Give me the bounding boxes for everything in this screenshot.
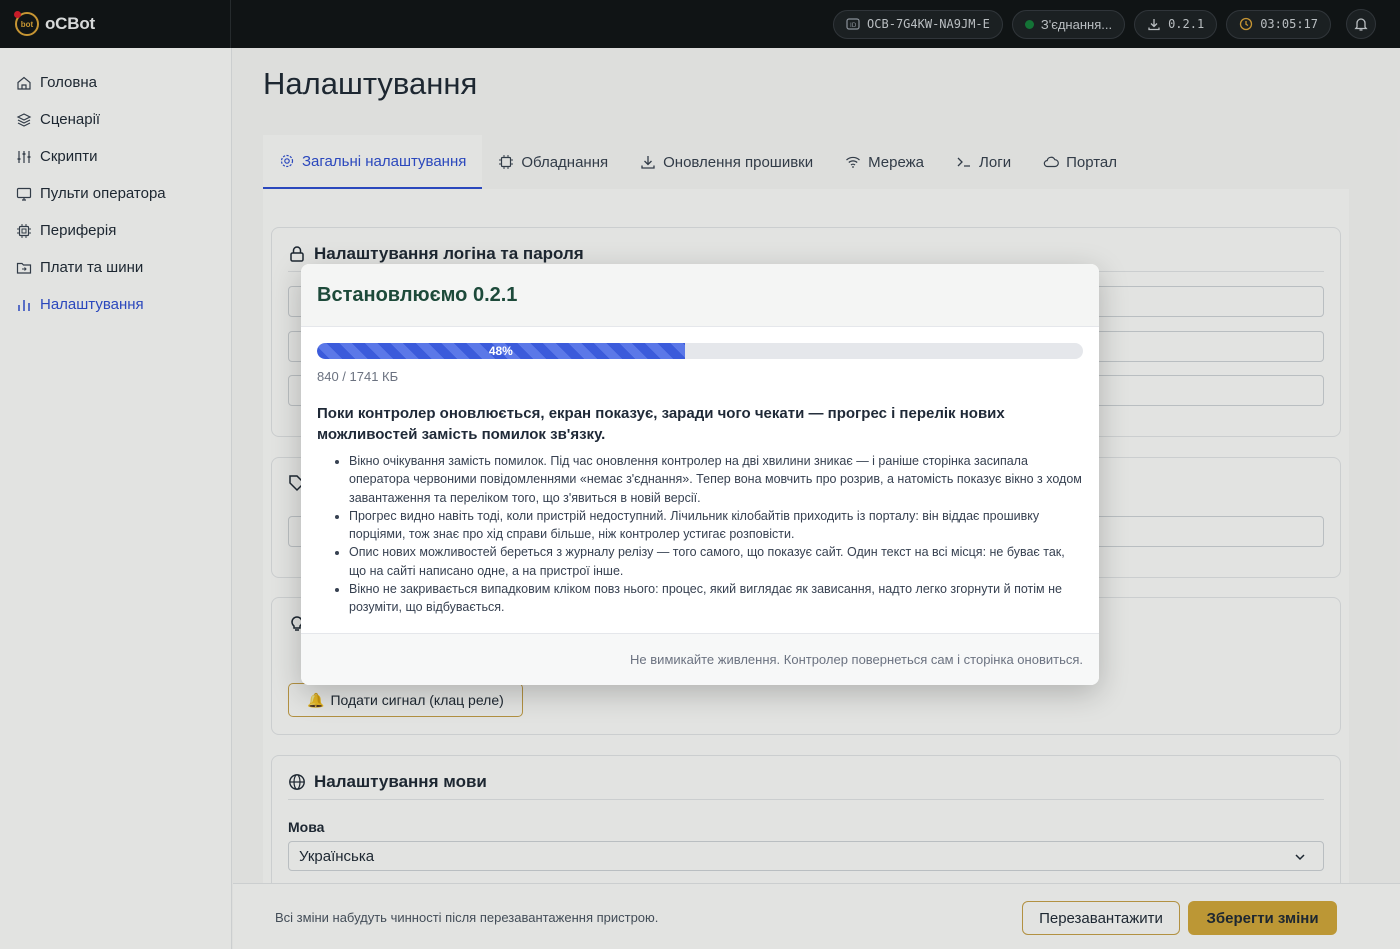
- features-list: Вікно очікування замість помилок. Під ча…: [349, 452, 1083, 617]
- list-item: Прогрес видно навіть тоді, коли пристрій…: [349, 507, 1083, 544]
- modal-footer: Не вимикайте живлення. Контролер поверне…: [301, 633, 1099, 685]
- modal-header: Встановлюємо 0.2.1: [301, 264, 1099, 327]
- progress-size-text: 840 / 1741 КБ: [317, 369, 399, 384]
- modal-title: Встановлюємо 0.2.1: [317, 283, 518, 306]
- install-progress-bar: 48%: [317, 343, 1083, 359]
- firmware-install-modal: Встановлюємо 0.2.1 48% 840 / 1741 КБ Пок…: [301, 264, 1099, 685]
- modal-backdrop: Встановлюємо 0.2.1 48% 840 / 1741 КБ Пок…: [0, 0, 1400, 949]
- list-item: Вікно не закривається випадковим кліком …: [349, 580, 1083, 617]
- progress-fill: 48%: [317, 343, 685, 359]
- list-item: Опис нових можливостей береться з журнал…: [349, 543, 1083, 580]
- progress-label: 48%: [488, 344, 513, 358]
- list-item: Вікно очікування замість помилок. Під ча…: [349, 452, 1083, 507]
- modal-footer-note: Не вимикайте живлення. Контролер поверне…: [630, 652, 1083, 667]
- modal-lead-text: Поки контролер оновлюється, екран показу…: [317, 405, 1005, 443]
